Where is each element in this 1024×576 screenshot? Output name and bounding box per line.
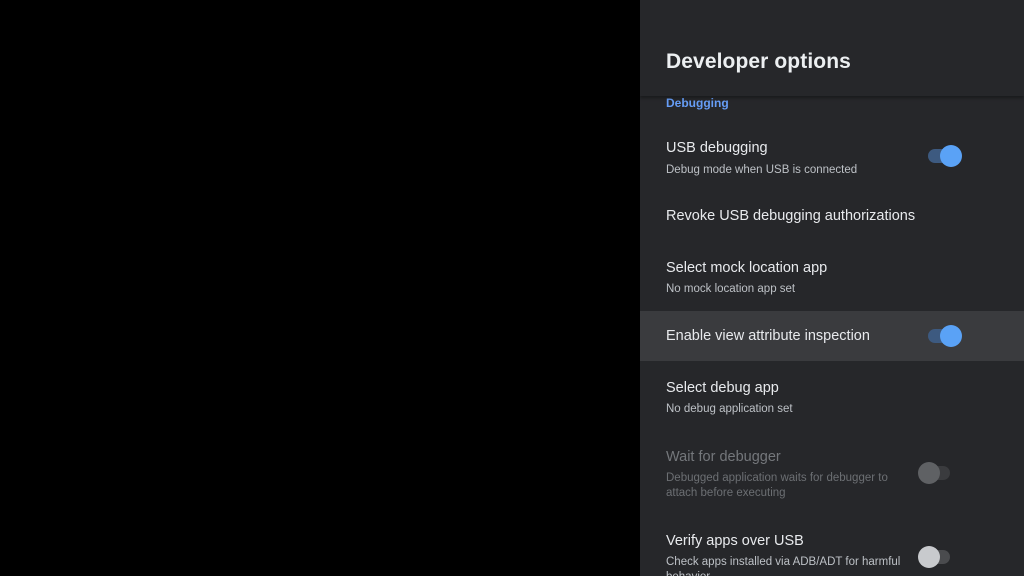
- switch-thumb: [918, 546, 940, 568]
- wait-for-debugger-switch: [918, 461, 954, 485]
- pref-summary: Debugged application waits for debugger …: [666, 472, 888, 499]
- pref-summary: Check apps installed via ADB/ADT for har…: [666, 556, 901, 576]
- pref-usb-debugging[interactable]: USB debugging Debug mode when USB is con…: [640, 120, 1024, 190]
- verify-apps-over-usb-switch[interactable]: [918, 545, 954, 569]
- developer-options-panel: Developer options Debugging USB debuggin…: [640, 0, 1024, 576]
- pref-wait-for-debugger: Wait for debugger Debugged application w…: [640, 432, 1024, 516]
- pref-select-mock-location-app[interactable]: Select mock location app No mock locatio…: [640, 242, 1024, 312]
- pref-title: Enable view attribute inspection: [666, 328, 870, 344]
- pref-summary: No debug application set: [666, 403, 793, 415]
- pref-summary: Debug mode when USB is connected: [666, 164, 858, 176]
- pref-summary: No mock location app set: [666, 283, 796, 295]
- pref-select-debug-app[interactable]: Select debug app No debug application se…: [640, 362, 1024, 432]
- pref-title: Select mock location app: [666, 260, 828, 276]
- pref-title: Revoke USB debugging authorizations: [666, 208, 916, 224]
- section-header-debugging: Debugging: [666, 96, 729, 110]
- pref-title: Verify apps over USB: [666, 533, 804, 549]
- pref-enable-view-attribute-inspection[interactable]: Enable view attribute inspection: [640, 311, 1024, 361]
- screen: Developer options Debugging USB debuggin…: [0, 0, 1024, 576]
- page-title: Developer options: [666, 50, 851, 73]
- view-attribute-inspection-switch[interactable]: [926, 324, 962, 348]
- pref-title: Select debug app: [666, 380, 779, 396]
- switch-thumb: [940, 325, 962, 347]
- pref-verify-apps-over-usb[interactable]: Verify apps over USB Check apps installe…: [640, 516, 1024, 576]
- preference-list[interactable]: Debugging USB debugging Debug mode when …: [640, 96, 1024, 576]
- switch-thumb: [918, 462, 940, 484]
- pref-title: USB debugging: [666, 140, 768, 156]
- switch-thumb: [940, 145, 962, 167]
- pref-title: Wait for debugger: [666, 449, 781, 465]
- pref-revoke-usb-authorizations[interactable]: Revoke USB debugging authorizations: [640, 190, 1024, 242]
- panel-header: Developer options: [640, 0, 1024, 96]
- usb-debugging-switch[interactable]: [926, 144, 962, 168]
